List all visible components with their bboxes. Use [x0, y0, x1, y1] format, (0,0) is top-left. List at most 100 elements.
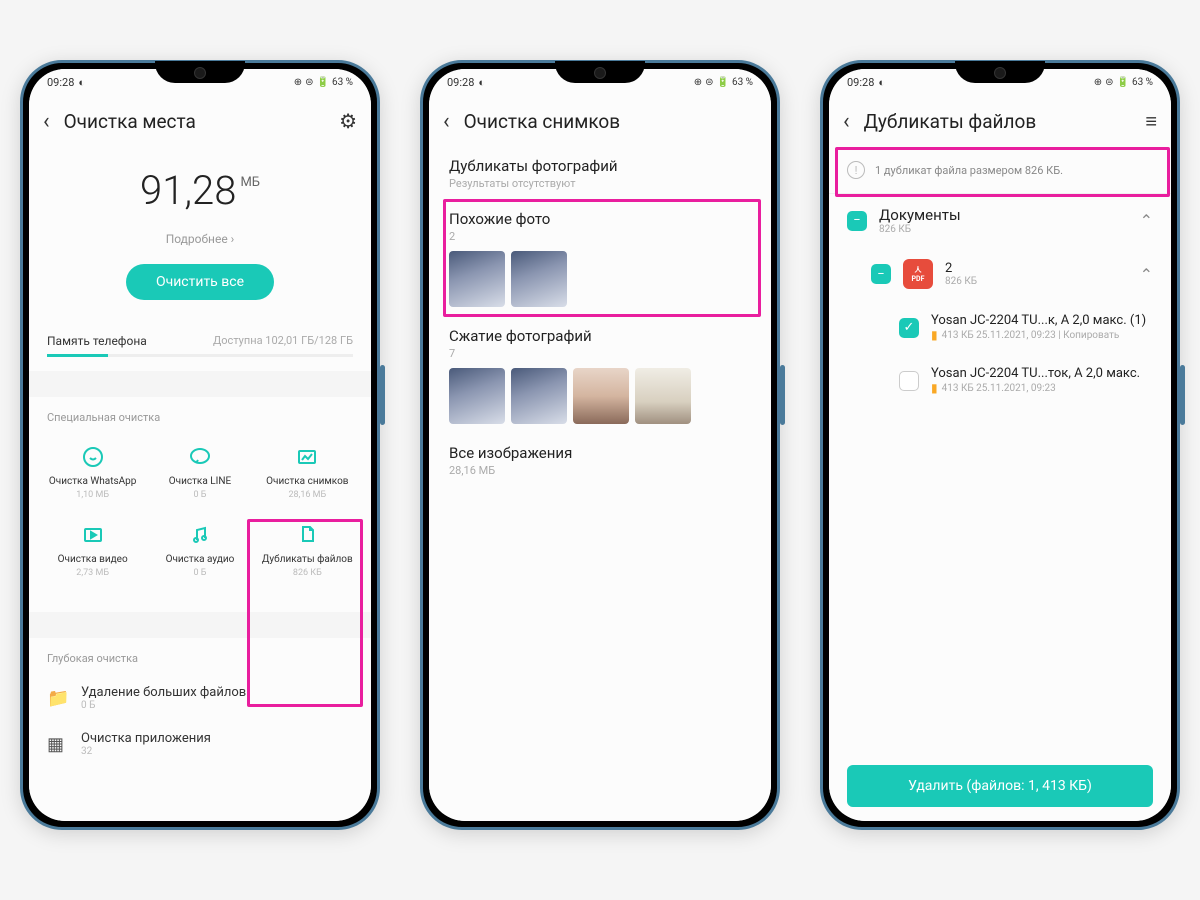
folder-icon: 📁	[47, 688, 67, 709]
pdf-icon: 人PDF	[903, 259, 933, 289]
deep-sub: 0 Б	[81, 700, 353, 711]
screen-1: 09:28◐ ⊕⊜🔋63 % ‹ Очистка места ⚙ 91,28МБ…	[29, 69, 371, 821]
audio-icon	[150, 522, 249, 548]
video-icon	[43, 522, 142, 548]
chevron-up-icon[interactable]: ⌃	[1140, 265, 1153, 284]
screen-2: 09:28◐ ⊕⊜🔋63 % ‹ Очистка снимков Дублика…	[429, 69, 771, 821]
section-title: Все изображения	[449, 444, 751, 462]
memory-avail: Доступна 102,01 ГБ/128 ГБ	[213, 334, 353, 348]
storage-unit: МБ	[240, 175, 260, 190]
photo-thumb[interactable]	[511, 368, 567, 424]
content-area: Дубликаты фотографий Результаты отсутств…	[429, 147, 771, 821]
checkbox-checked[interactable]: ✓	[899, 318, 919, 338]
chevron-up-icon[interactable]: ⌃	[1140, 211, 1153, 230]
status-wifi-icon: ⊜	[705, 77, 713, 88]
special-grid: Очистка WhatsApp 1,10 МБ Очистка LINE 0 …	[29, 434, 371, 598]
special-video[interactable]: Очистка видео 2,73 МБ	[39, 516, 146, 584]
thumb-row	[449, 251, 751, 307]
section-title: Дубликаты фотографий	[449, 157, 751, 175]
deep-clean-title: Глубокая очистка	[29, 638, 371, 675]
deep-large-files[interactable]: 📁 Удаление больших файлов 0 Б	[29, 675, 371, 721]
content-area: ! 1 дубликат файла размером 826 КБ. − До…	[829, 147, 1171, 821]
photo-thumb[interactable]	[449, 368, 505, 424]
gear-icon[interactable]: ⚙	[339, 109, 357, 133]
special-audio[interactable]: Очистка аудио 0 Б	[146, 516, 253, 584]
memory-fill	[47, 354, 108, 357]
status-vibrate-icon: ⊕	[1094, 77, 1102, 88]
photo-thumb[interactable]	[511, 251, 567, 307]
photo-thumb[interactable]	[635, 368, 691, 424]
special-size: 2,73 МБ	[43, 568, 142, 578]
group-sub: 826 КБ	[879, 224, 1128, 235]
section-title: Сжатие фотографий	[449, 327, 751, 345]
appbar: ‹ Дубликаты файлов ≡	[829, 95, 1171, 147]
status-dnd-icon: ◐	[478, 76, 485, 89]
status-battery: 63 %	[1132, 77, 1153, 88]
file-row[interactable]: Yosan JC-2204 TU...ток, А 2,0 макс. ▮413…	[829, 354, 1171, 407]
file-name: Yosan JC-2204 TU...к, А 2,0 макс. (1)	[931, 313, 1153, 328]
checkbox-minus[interactable]: −	[871, 264, 891, 284]
clean-all-button[interactable]: Очистить все	[126, 264, 274, 300]
folder-dot-icon: ▮	[931, 381, 938, 395]
page-title: Очистка места	[64, 110, 339, 133]
page-title: Дубликаты файлов	[864, 110, 1146, 133]
back-icon[interactable]: ‹	[843, 109, 850, 134]
section-sub: 28,16 МБ	[449, 464, 751, 477]
screen-3: 09:28◐ ⊕⊜🔋63 % ‹ Дубликаты файлов ≡ ! 1 …	[829, 69, 1171, 821]
delete-button[interactable]: Удалить (файлов: 1, 413 КБ)	[847, 765, 1153, 807]
memory-row: Память телефона Доступна 102,01 ГБ/128 Г…	[29, 310, 371, 354]
info-text: 1 дубликат файла размером 826 КБ.	[875, 164, 1063, 177]
appbar: ‹ Очистка места ⚙	[29, 95, 371, 147]
file-name: Yosan JC-2204 TU...ток, А 2,0 макс.	[931, 366, 1153, 381]
section-title: Похожие фото	[449, 210, 751, 228]
info-banner: ! 1 дубликат файла размером 826 КБ.	[829, 147, 1171, 194]
photo-thumb[interactable]	[573, 368, 629, 424]
deep-label: Удаление больших файлов	[81, 685, 353, 700]
notch	[155, 61, 245, 83]
photo-thumb[interactable]	[449, 251, 505, 307]
appbar: ‹ Очистка снимков	[429, 95, 771, 147]
special-whatsapp[interactable]: Очистка WhatsApp 1,10 МБ	[39, 438, 146, 506]
status-battery: 63 %	[332, 77, 353, 88]
section-similar[interactable]: Похожие фото 2	[429, 200, 771, 317]
section-compress[interactable]: Сжатие фотографий 7	[429, 317, 771, 434]
notch	[955, 61, 1045, 83]
checkbox-minus[interactable]: −	[847, 211, 867, 231]
thumb-row	[449, 368, 751, 424]
group-documents[interactable]: − Документы 826 КБ ⌃	[829, 194, 1171, 247]
filter-icon[interactable]: ≡	[1145, 109, 1157, 134]
status-battery-icon: 🔋	[717, 77, 729, 88]
file-meta: ▮413 КБ 25.11.2021, 09:23	[931, 381, 1153, 395]
phone-frame-1: 09:28◐ ⊕⊜🔋63 % ‹ Очистка места ⚙ 91,28МБ…	[20, 60, 380, 830]
file-row[interactable]: ✓ Yosan JC-2204 TU...к, А 2,0 макс. (1) …	[829, 301, 1171, 354]
divider	[29, 371, 371, 397]
section-sub: 2	[449, 230, 751, 243]
more-link[interactable]: Подробнее ›	[29, 232, 371, 246]
subgroup-pdf[interactable]: − 人PDF 2 826 КБ ⌃	[829, 247, 1171, 301]
checkbox-unchecked[interactable]	[899, 371, 919, 391]
special-label: Очистка WhatsApp	[43, 476, 142, 488]
special-line[interactable]: Очистка LINE 0 Б	[146, 438, 253, 506]
storage-value: 91,28	[140, 167, 236, 214]
special-size: 826 КБ	[258, 568, 357, 578]
content-area: 91,28 МБ Подробнее › Очистить все Память …	[29, 147, 371, 821]
section-all-images[interactable]: Все изображения 28,16 МБ	[429, 434, 771, 487]
section-sub: Результаты отсутствуют	[449, 177, 751, 190]
status-vibrate-icon: ⊕	[294, 77, 302, 88]
phone-frame-3: 09:28◐ ⊕⊜🔋63 % ‹ Дубликаты файлов ≡ ! 1 …	[820, 60, 1180, 830]
page-title: Очистка снимков	[464, 110, 757, 133]
notch	[555, 61, 645, 83]
special-duplicates[interactable]: Дубликаты файлов 826 КБ	[254, 516, 361, 584]
section-duplicates[interactable]: Дубликаты фотографий Результаты отсутств…	[429, 147, 771, 200]
special-size: 28,16 МБ	[258, 490, 357, 500]
special-label: Очистка LINE	[150, 476, 249, 488]
special-photos[interactable]: Очистка снимков 28,16 МБ	[254, 438, 361, 506]
apps-icon: ▦	[47, 734, 67, 755]
phone-frame-2: 09:28◐ ⊕⊜🔋63 % ‹ Очистка снимков Дублика…	[420, 60, 780, 830]
back-icon[interactable]: ‹	[43, 109, 50, 134]
special-size: 0 Б	[150, 490, 249, 500]
back-icon[interactable]: ‹	[443, 109, 450, 134]
subgroup-sub: 826 КБ	[945, 276, 1128, 287]
memory-label: Память телефона	[47, 334, 147, 348]
deep-apps[interactable]: ▦ Очистка приложения 32	[29, 721, 371, 767]
